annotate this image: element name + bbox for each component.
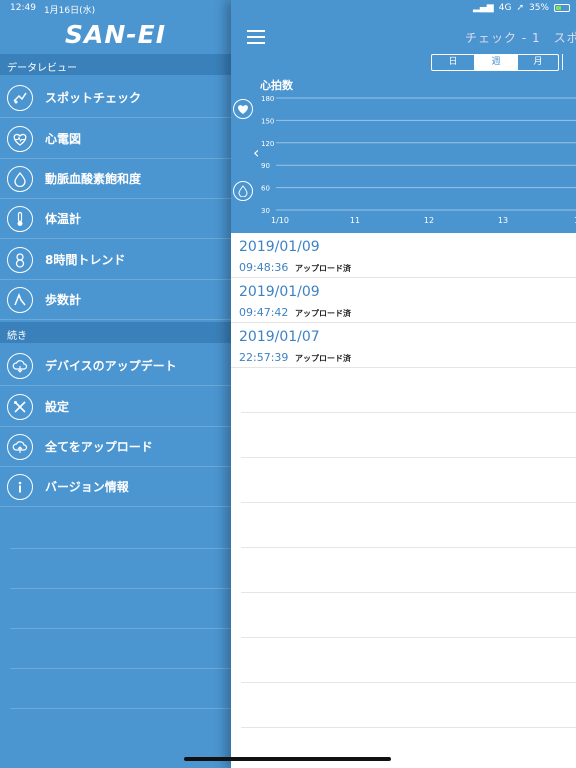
trend-8h-icon [7, 246, 33, 273]
ecg-heart-icon [7, 125, 33, 152]
x-tick-label: 1/10 [271, 216, 289, 225]
battery-icon [554, 4, 570, 12]
divider [10, 588, 231, 589]
status-time: 12:49 [10, 3, 36, 13]
heart-rate-chart: 日 週 月 1801501209060301/101112131 心拍数 ‹ [231, 54, 576, 233]
location-icon: ➚ [516, 3, 524, 13]
spot-check-icon [7, 84, 33, 111]
thermometer-icon [7, 205, 33, 232]
cloud-update-icon [7, 352, 33, 379]
divider [10, 708, 231, 709]
oxygen-drop-icon [7, 165, 33, 192]
y-tick-label: 30 [261, 207, 270, 215]
battery-percent: 35% [528, 3, 549, 13]
y-tick-label: 60 [261, 185, 270, 193]
page-title: チェック - 1 スポ [465, 31, 576, 45]
navigation-bar: ▂▄▆ 4G ➚ 35% チェック - 1 スポ [231, 0, 576, 57]
pedometer-icon [7, 286, 33, 313]
record-time: 09:48:36 [239, 261, 289, 274]
sidebar-item-label: スポットチェック [45, 91, 142, 105]
sidebar: 12:49 1月16日(水) SAN-EI データレビュー スポットチェック 心… [0, 0, 231, 768]
sidebar-item-ecg[interactable]: 心電図 [0, 119, 231, 159]
divider [10, 668, 231, 669]
divider [10, 548, 231, 549]
upload-all-icon [7, 433, 33, 460]
settings-tools-icon [7, 393, 33, 420]
record-list: 2019/01/09 09:48:36 アップロード済 2019/01/09 0… [231, 233, 576, 368]
sidebar-item-device-update[interactable]: デバイスのアップデート [0, 346, 231, 386]
sidebar-item-label: 心電図 [45, 132, 82, 146]
status-date: 1月16日(水) [43, 6, 96, 16]
sidebar-item-label: 体温計 [45, 212, 82, 226]
previous-period-chevron-icon[interactable]: ‹ [253, 143, 259, 162]
home-indicator[interactable] [184, 757, 391, 761]
divider [241, 457, 576, 458]
record-status: アップロード済 [295, 309, 351, 318]
sidebar-item-spo2[interactable]: 動脈血酸素飽和度 [0, 159, 231, 199]
chart-title: 心拍数 [260, 79, 293, 92]
list-item[interactable]: 2019/01/09 09:47:42 アップロード済 [231, 278, 576, 323]
oxygen-drop-icon [233, 181, 253, 201]
y-tick-label: 120 [261, 140, 274, 148]
sidebar-item-label: 動脈血酸素飽和度 [45, 172, 142, 186]
list-item[interactable]: 2019/01/09 09:48:36 アップロード済 [231, 233, 576, 278]
network-type: 4G [498, 3, 512, 13]
sidebar-item-settings[interactable]: 設定 [0, 387, 231, 427]
sidebar-item-spot-check[interactable]: スポットチェック [0, 78, 231, 118]
record-status: アップロード済 [295, 354, 351, 363]
record-date: 2019/01/09 [239, 239, 320, 255]
divider [10, 628, 231, 629]
record-time: 22:57:39 [239, 351, 289, 364]
sidebar-item-label: 歩数計 [45, 293, 82, 307]
sidebar-item-label: 設定 [45, 400, 70, 414]
record-time: 09:47:42 [239, 306, 289, 319]
y-tick-label: 90 [261, 162, 270, 170]
record-date: 2019/01/09 [239, 284, 320, 300]
divider [241, 592, 576, 593]
divider [241, 637, 576, 638]
x-tick-label: 11 [350, 216, 360, 225]
divider [241, 547, 576, 548]
sidebar-item-thermometer[interactable]: 体温計 [0, 199, 231, 239]
menu-icon[interactable] [247, 30, 265, 44]
list-item[interactable]: 2019/01/07 22:57:39 アップロード済 [231, 323, 576, 368]
divider [241, 727, 576, 728]
sidebar-item-label: 8時間トレンド [45, 253, 126, 267]
signal-icon: ▂▄▆ [472, 3, 494, 13]
sidebar-item-label: デバイスのアップデート [45, 359, 177, 373]
sidebar-item-upload-all[interactable]: 全てをアップロード [0, 427, 231, 467]
record-status: アップロード済 [295, 264, 351, 273]
status-bar-right: ▂▄▆ 4G ➚ 35% [473, 3, 570, 13]
record-date: 2019/01/07 [239, 329, 320, 345]
info-icon [7, 473, 33, 500]
section-header-data-review: データレビュー [0, 54, 231, 75]
sidebar-item-version-info[interactable]: バージョン情報 [0, 467, 231, 507]
sidebar-item-label: 全てをアップロード [45, 440, 153, 454]
x-tick-label: 13 [498, 216, 508, 225]
y-tick-label: 180 [261, 95, 274, 103]
divider [241, 682, 576, 683]
status-bar-left: 12:49 1月16日(水) [10, 3, 95, 16]
divider [241, 502, 576, 503]
sidebar-item-pedometer[interactable]: 歩数計 [0, 280, 231, 320]
brand-logo: SAN-EI [64, 20, 167, 49]
x-tick-label: 12 [424, 216, 434, 225]
sidebar-item-8h-trend[interactable]: 8時間トレンド [0, 240, 231, 280]
main-panel: ▂▄▆ 4G ➚ 35% チェック - 1 スポ 日 週 月 180 150 120… [231, 0, 576, 768]
y-tick-label: 150 [261, 117, 274, 125]
divider [241, 412, 576, 413]
section-header-more: 続き [0, 322, 231, 343]
sidebar-item-label: バージョン情報 [45, 480, 129, 494]
heart-icon [233, 99, 253, 119]
